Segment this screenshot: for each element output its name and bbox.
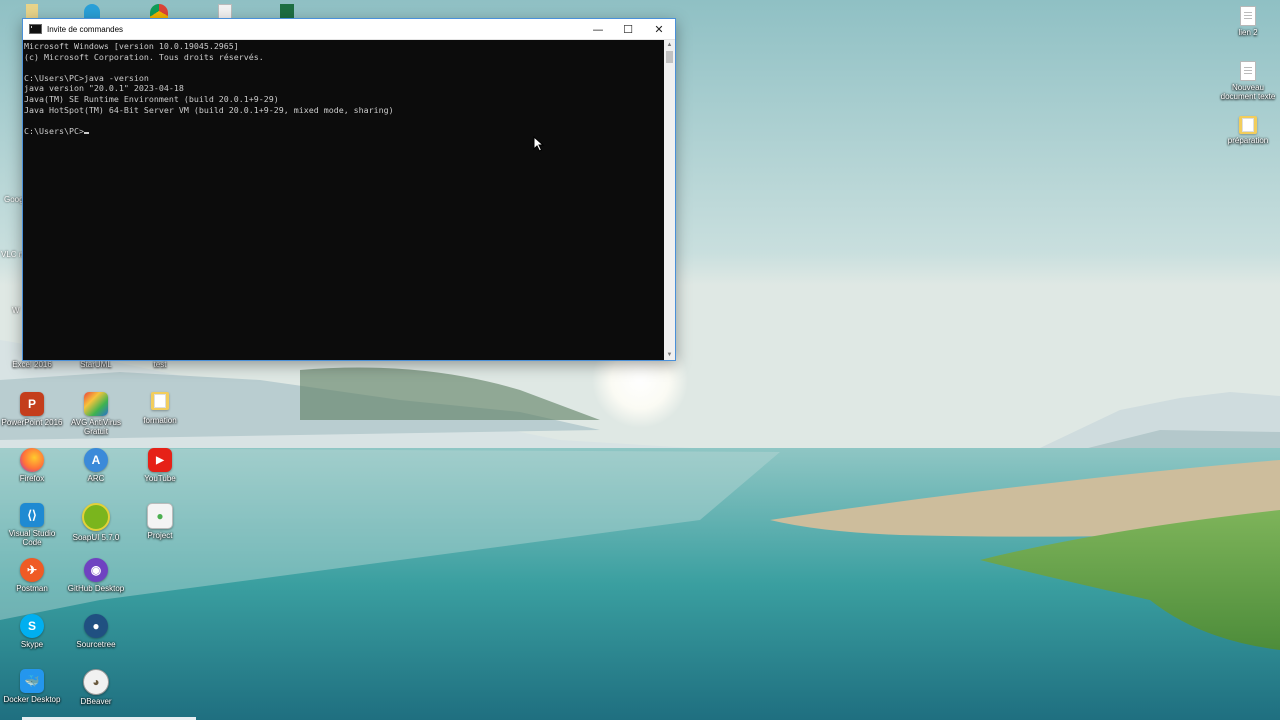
- partial-label-w[interactable]: W: [12, 306, 20, 315]
- window-title: Invite de commandes: [47, 24, 124, 34]
- minimize-button[interactable]: —: [583, 19, 613, 39]
- console-line: Java HotSpot(TM) 64-Bit Server VM (build…: [24, 104, 394, 115]
- desktop-icon-vscode[interactable]: ⟨⟩ Visual Studio Code: [0, 503, 64, 547]
- desktop-icon-avg[interactable]: AVG AntiVirus Gratuit: [64, 392, 128, 436]
- desktop-icon-nouveau-document[interactable]: Nouveau document texte: [1216, 61, 1280, 101]
- console-line: Microsoft Windows [version 10.0.19045.29…: [24, 41, 239, 51]
- maximize-button[interactable]: ☐: [613, 19, 643, 39]
- icon-label: AVG AntiVirus Gratuit: [71, 418, 121, 436]
- icon-label: préparation: [1227, 136, 1269, 145]
- firefox-icon: [20, 448, 44, 472]
- icon-label: ARC: [87, 474, 105, 483]
- console-output[interactable]: Microsoft Windows [version 10.0.19045.29…: [23, 40, 664, 360]
- icon-label: Docker Desktop: [3, 695, 61, 704]
- command-prompt-window[interactable]: Invite de commandes — ☐ ✕ Microsoft Wind…: [22, 18, 676, 361]
- desktop-icon-youtube[interactable]: ▶ YouTube: [128, 448, 192, 483]
- icon-label: GitHub Desktop: [67, 584, 125, 593]
- cmd-app-icon[interactable]: [29, 24, 42, 34]
- vscode-icon: ⟨⟩: [20, 503, 44, 527]
- console-line: java version "20.0.1" 2023-04-18: [24, 83, 184, 94]
- icon-label: Postman: [16, 584, 48, 593]
- icon-label: Excel 2016: [12, 360, 52, 369]
- icon-label: Project: [147, 531, 173, 540]
- window-titlebar[interactable]: Invite de commandes — ☐ ✕: [23, 19, 675, 40]
- scrollbar-thumb[interactable]: [666, 51, 673, 63]
- icon-label: test: [153, 360, 167, 369]
- icon-label: PowerPoint 2016: [1, 418, 63, 427]
- icon-label: StarUML: [80, 360, 112, 369]
- icon-label: Visual Studio Code: [8, 529, 56, 547]
- soapui-icon: [82, 503, 110, 531]
- github-desktop-icon: ◉: [84, 558, 108, 582]
- text-cursor: [83, 131, 89, 134]
- console-prompt-line[interactable]: C:\Users\PC>: [24, 126, 664, 137]
- icon-label: lien 2: [1238, 28, 1258, 37]
- console-line: Java(TM) SE Runtime Environment (build 2…: [24, 93, 279, 104]
- sourcetree-icon: ●: [84, 614, 108, 638]
- close-button[interactable]: ✕: [643, 19, 675, 39]
- desktop-icon-formation-folder[interactable]: formation: [128, 392, 192, 425]
- console-line: C:\Users\PC>java -version: [24, 72, 149, 83]
- icon-label: formation: [143, 416, 177, 425]
- desktop-icon-skype[interactable]: S Skype: [0, 614, 64, 649]
- skype-icon: S: [20, 614, 44, 638]
- console-prompt: C:\Users\PC>: [24, 125, 84, 136]
- excel-file-icon[interactable]: [280, 4, 294, 18]
- docker-icon: 🐳: [20, 669, 44, 693]
- desktop-icon-firefox[interactable]: Firefox: [0, 448, 64, 483]
- partial-file-icon[interactable]: [26, 4, 38, 18]
- postman-icon: ✈: [20, 558, 44, 582]
- powerpoint-icon: P: [20, 392, 44, 416]
- dbeaver-icon: ◕: [83, 669, 109, 695]
- icon-label: Firefox: [19, 474, 45, 483]
- console-line: (c) Microsoft Corporation. Tous droits r…: [24, 51, 264, 62]
- icon-label: SoapUI 5.7.0: [72, 533, 120, 542]
- icon-label: Skype: [20, 640, 44, 649]
- desktop-icon-dbeaver[interactable]: ◕ DBeaver: [64, 669, 128, 706]
- desktop-icon-postman[interactable]: ✈ Postman: [0, 558, 64, 593]
- desktop-icon-sourcetree[interactable]: ● Sourcetree: [64, 614, 128, 649]
- chrome-icon[interactable]: [150, 4, 168, 18]
- scroll-up-arrow-icon[interactable]: ▲: [664, 40, 675, 50]
- folder-icon: [151, 392, 169, 410]
- mouse-pointer-icon: [533, 136, 545, 152]
- desktop-icon-project[interactable]: ● Project: [128, 503, 192, 540]
- youtube-icon: ▶: [148, 448, 172, 472]
- icon-label: DBeaver: [80, 697, 112, 706]
- project-icon: ●: [147, 503, 173, 529]
- desktop-icon-docker[interactable]: 🐳 Docker Desktop: [0, 669, 64, 704]
- folder-icon: [1239, 116, 1257, 134]
- edge-icon[interactable]: [84, 4, 100, 18]
- icon-label: Nouveau document texte: [1220, 83, 1276, 101]
- text-file-icon: [1240, 6, 1256, 26]
- desktop-icon-github-desktop[interactable]: ◉ GitHub Desktop: [64, 558, 128, 593]
- partial-label-google[interactable]: Goog: [4, 195, 24, 204]
- icon-label: Sourcetree: [76, 640, 116, 649]
- desktop-icon-preparation-folder[interactable]: préparation: [1216, 116, 1280, 145]
- text-file-icon: [1240, 61, 1256, 81]
- scroll-down-arrow-icon[interactable]: ▼: [664, 350, 675, 360]
- desktop-icon-powerpoint[interactable]: P PowerPoint 2016: [0, 392, 64, 427]
- vertical-scrollbar[interactable]: ▲ ▼: [664, 40, 675, 360]
- desktop-icon-soapui[interactable]: SoapUI 5.7.0: [64, 503, 128, 542]
- icon-label: YouTube: [144, 474, 176, 483]
- desktop-icon-lien-2[interactable]: lien 2: [1216, 6, 1280, 37]
- desktop-icon-arc[interactable]: A ARC: [64, 448, 128, 483]
- avg-antivirus-icon: [84, 392, 108, 416]
- arc-icon: A: [84, 448, 108, 472]
